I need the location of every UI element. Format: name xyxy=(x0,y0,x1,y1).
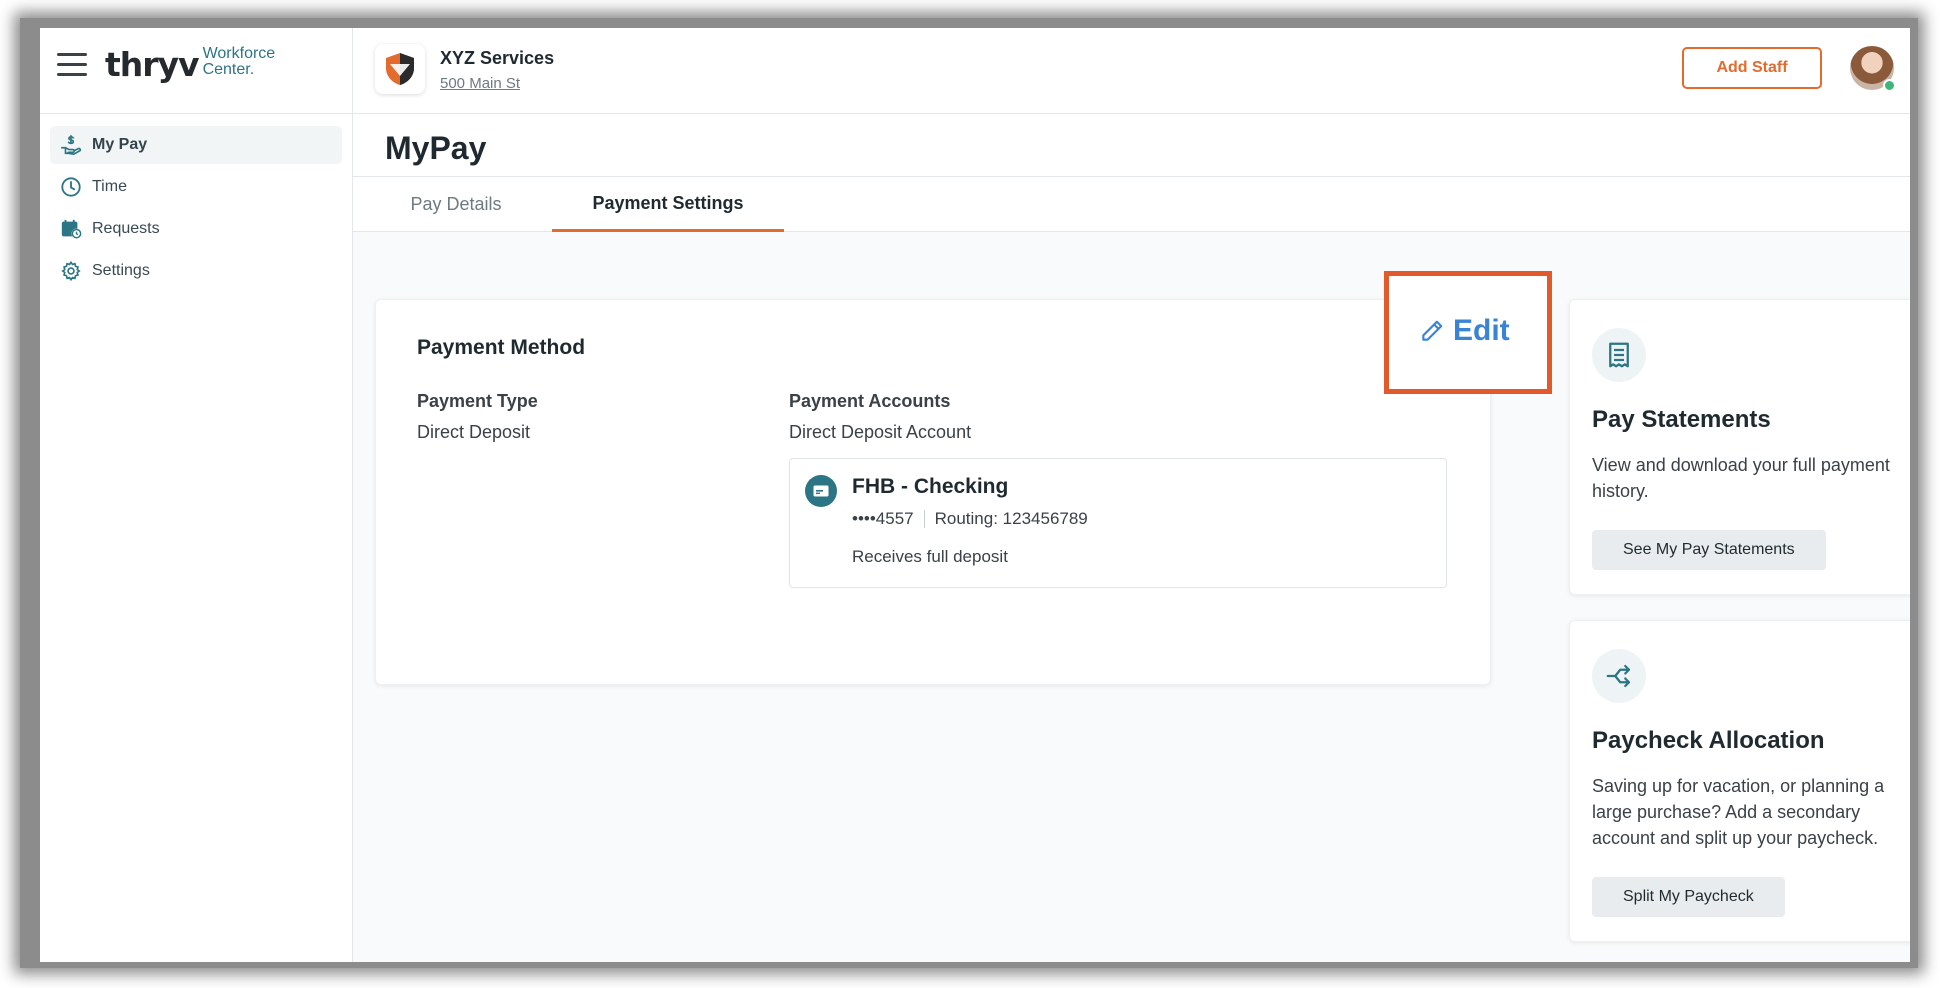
calendar-clock-icon xyxy=(60,218,82,240)
sidebar-header: thryv Workforce Center. xyxy=(40,28,352,114)
routing-number: Routing: 123456789 xyxy=(934,509,1088,528)
hand-dollar-icon xyxy=(60,134,82,156)
split-paycheck-button[interactable]: Split My Paycheck xyxy=(1592,877,1785,917)
receipt-icon xyxy=(1592,328,1646,382)
sidebar-nav: My Pay Time Requests Settings xyxy=(40,114,352,306)
sidebar: thryv Workforce Center. My Pay Time Requ… xyxy=(40,28,353,962)
pencil-icon xyxy=(1422,320,1443,341)
edit-label: Edit xyxy=(1453,314,1510,347)
sidebar-item-label: Settings xyxy=(92,262,150,279)
tab-bar: Pay Details Payment Settings xyxy=(353,177,1910,232)
sidebar-item-label: Time xyxy=(92,178,127,195)
tab-pay-details[interactable]: Pay Details xyxy=(375,177,537,232)
page-title-bar: MyPay xyxy=(353,114,1910,177)
paycheck-allocation-card: Paycheck Allocation Saving up for vacati… xyxy=(1569,620,1910,942)
payment-type-value: Direct Deposit xyxy=(417,422,531,442)
payment-accounts-value: Direct Deposit Account xyxy=(789,422,972,442)
pay-statements-title: Pay Statements xyxy=(1592,406,1771,433)
gear-icon xyxy=(60,260,82,282)
sidebar-item-label: Requests xyxy=(92,220,160,237)
sidebar-item-time[interactable]: Time xyxy=(50,168,342,206)
clock-icon xyxy=(60,176,82,198)
bank-account-card: FHB - Checking ••••4557 Routing: 1234567… xyxy=(789,458,1447,588)
sidebar-item-requests[interactable]: Requests xyxy=(50,210,342,248)
payment-method-card: Payment Method Payment Type Direct Depos… xyxy=(375,299,1491,685)
page-title: MyPay xyxy=(385,130,487,166)
app-window: thryv Workforce Center. My Pay Time Requ… xyxy=(40,28,1910,962)
deposit-allocation-note: Receives full deposit xyxy=(852,547,1008,566)
edit-button[interactable]: Edit xyxy=(1419,314,1510,348)
payment-accounts-label: Payment Accounts xyxy=(789,391,951,411)
hamburger-menu-icon[interactable] xyxy=(57,53,87,77)
online-status-dot xyxy=(1883,79,1896,92)
pay-statements-description: View and download your full payment hist… xyxy=(1592,455,1890,501)
split-arrows-icon xyxy=(1592,649,1646,703)
company-address-link[interactable]: 500 Main St xyxy=(440,75,520,92)
details-divider xyxy=(923,510,925,528)
payment-type-label: Payment Type xyxy=(417,391,538,411)
sidebar-item-settings[interactable]: Settings xyxy=(50,252,342,290)
add-staff-button[interactable]: Add Staff xyxy=(1682,47,1822,89)
logo-subtitle: Workforce Center. xyxy=(202,45,276,81)
payment-method-title: Payment Method xyxy=(417,336,586,359)
bank-account-details: ••••4557 Routing: 123456789 xyxy=(852,509,1088,529)
bank-account-name: FHB - Checking xyxy=(852,475,1009,498)
company-name: XYZ Services xyxy=(440,48,555,68)
company-shield-logo xyxy=(375,44,425,94)
logo-subtitle-line2: Center. xyxy=(202,61,255,79)
pay-statements-card: Pay Statements View and download your fu… xyxy=(1569,299,1910,595)
main-content: MyPay Pay Details Payment Settings Payme… xyxy=(353,114,1910,962)
paycheck-allocation-description: Saving up for vacation, or planning a la… xyxy=(1592,776,1885,848)
tab-payment-settings[interactable]: Payment Settings xyxy=(552,177,784,232)
logo-wordmark: thryv xyxy=(105,44,200,84)
thryv-logo[interactable]: thryv Workforce Center. xyxy=(105,44,276,84)
account-number-masked: ••••4557 xyxy=(852,509,914,528)
shield-icon xyxy=(386,53,414,85)
bank-card-icon xyxy=(805,475,837,507)
sidebar-item-my-pay[interactable]: My Pay xyxy=(50,126,342,164)
paycheck-allocation-title: Paycheck Allocation xyxy=(1592,727,1825,754)
logo-subtitle-line1: Workforce xyxy=(202,45,276,62)
see-pay-statements-button[interactable]: See My Pay Statements xyxy=(1592,530,1826,570)
sidebar-item-label: My Pay xyxy=(92,136,148,153)
top-header: XYZ Services 500 Main St Add Staff xyxy=(353,28,1910,114)
edit-highlight-box: Edit xyxy=(1384,271,1552,394)
